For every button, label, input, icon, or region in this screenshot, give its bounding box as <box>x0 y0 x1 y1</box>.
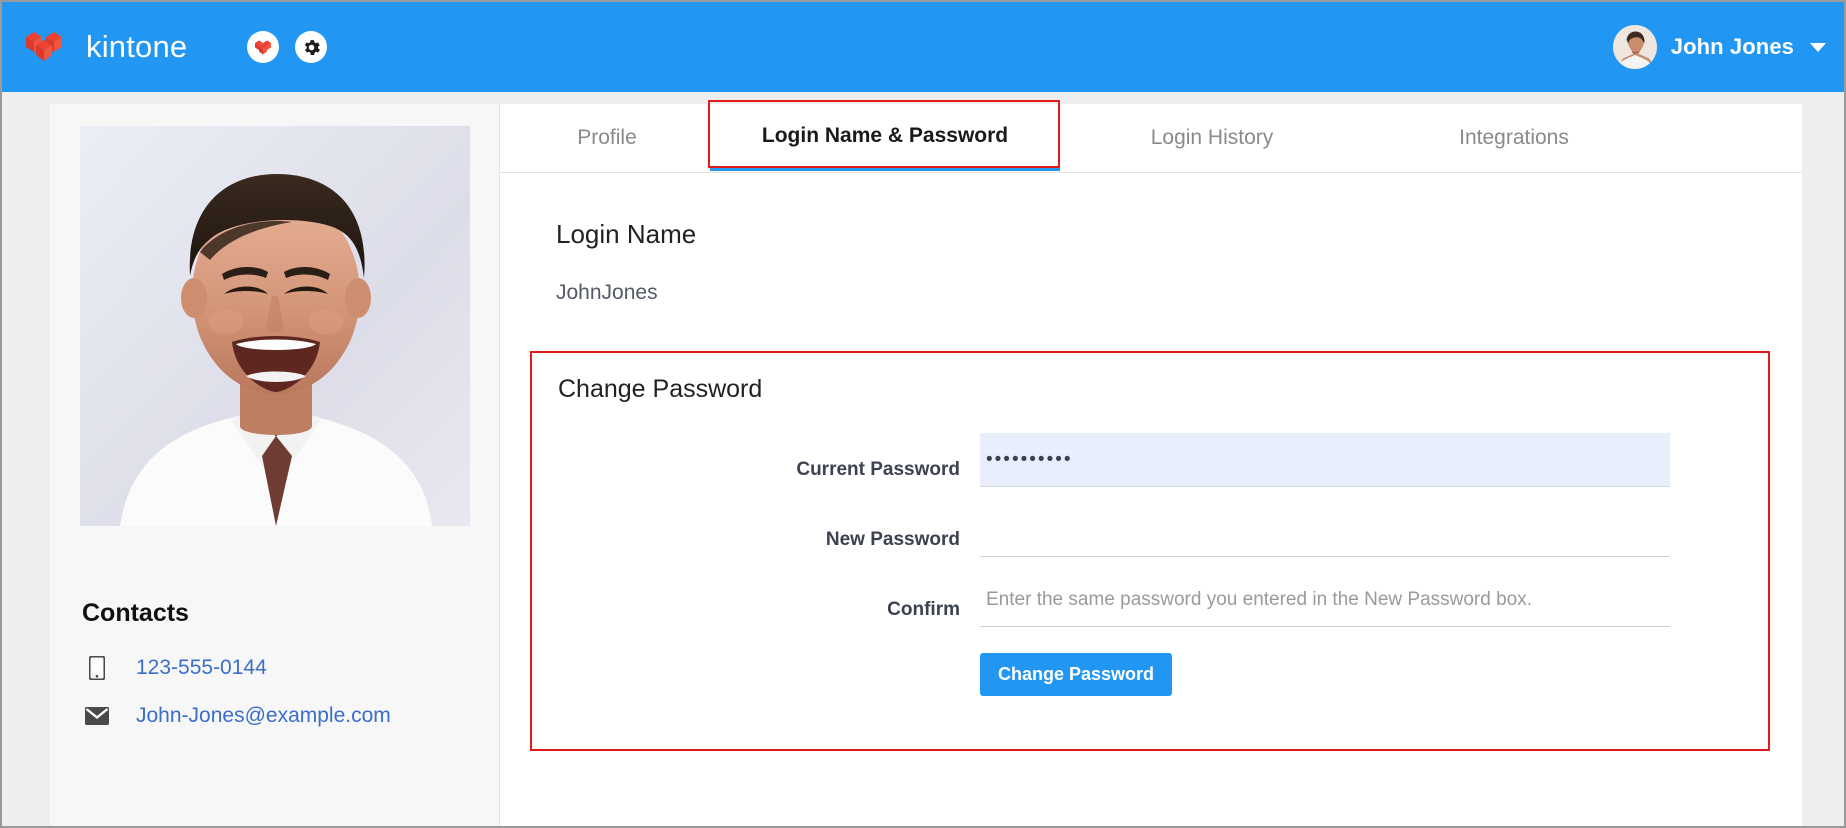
change-password-button[interactable]: Change Password <box>980 653 1172 696</box>
tab-login-history[interactable]: Login History <box>1060 104 1364 171</box>
avatar <box>1613 25 1657 69</box>
apps-cube-icon[interactable] <box>247 31 279 63</box>
current-password-label: Current Password <box>532 433 962 481</box>
tab-integrations[interactable]: Integrations <box>1364 104 1664 171</box>
new-password-row: New Password <box>532 503 1772 573</box>
confirm-password-input[interactable] <box>980 573 1670 627</box>
submit-row: Change Password <box>532 643 1772 713</box>
current-password-input[interactable] <box>980 433 1670 487</box>
change-password-heading: Change Password <box>558 375 762 404</box>
page-body: Contacts 123-555-0144 <box>2 92 1846 828</box>
header-icon-group <box>247 31 327 63</box>
user-name-label: John Jones <box>1671 34 1794 60</box>
user-portrait <box>80 126 470 526</box>
envelope-icon <box>82 707 112 725</box>
login-name-value: JohnJones <box>556 281 658 305</box>
contact-email-row: John-Jones@example.com <box>82 704 391 728</box>
contact-phone-row: 123-555-0144 <box>82 656 267 680</box>
chevron-down-icon[interactable] <box>1810 43 1826 52</box>
brand[interactable]: kintone <box>20 27 187 67</box>
current-password-field-wrap <box>980 433 1670 487</box>
new-password-input[interactable] <box>980 503 1670 557</box>
app-window: kintone <box>0 0 1846 828</box>
user-menu[interactable]: John Jones <box>1613 2 1826 92</box>
confirm-password-label: Confirm <box>532 573 962 621</box>
confirm-password-field-wrap <box>980 573 1670 627</box>
contacts-heading: Contacts <box>82 599 189 628</box>
contact-phone-link[interactable]: 123-555-0144 <box>136 656 267 680</box>
submit-spacer <box>532 643 962 669</box>
new-password-field-wrap <box>980 503 1670 557</box>
current-password-row: Current Password <box>532 433 1772 503</box>
mobile-phone-icon <box>82 656 112 680</box>
new-password-label: New Password <box>532 503 962 551</box>
tab-bar: Profile Login Name & Password Login Hist… <box>500 104 1802 173</box>
login-name-heading: Login Name <box>556 219 696 250</box>
confirm-password-row: Confirm <box>532 573 1772 643</box>
brand-name: kintone <box>86 29 187 65</box>
change-password-section: Change Password Current Password New Pas… <box>530 351 1770 751</box>
profile-sidebar: Contacts 123-555-0144 <box>50 104 500 828</box>
tab-login-name-password[interactable]: Login Name & Password <box>710 104 1060 171</box>
main-panel: Profile Login Name & Password Login Hist… <box>500 104 1802 828</box>
gear-icon[interactable] <box>295 31 327 63</box>
tab-profile[interactable]: Profile <box>504 104 710 171</box>
app-header: kintone <box>2 2 1846 92</box>
kintone-cube-logo-icon <box>20 27 72 67</box>
contact-email-link[interactable]: John-Jones@example.com <box>136 704 391 728</box>
